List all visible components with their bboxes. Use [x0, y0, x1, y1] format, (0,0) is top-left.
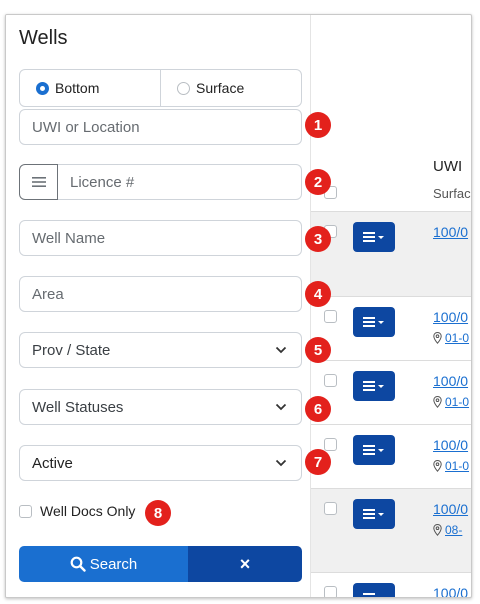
annotation-badge: 3: [305, 226, 331, 252]
map-pin-icon: [433, 396, 442, 408]
location-link[interactable]: 01-0: [433, 395, 469, 409]
map-pin-icon: [433, 524, 442, 536]
table-row[interactable]: 100/0: [311, 211, 471, 296]
radio-option-surface[interactable]: Surface: [160, 70, 301, 106]
well-name-input[interactable]: Well Name: [19, 220, 302, 256]
location-text[interactable]: 01-0: [445, 395, 469, 409]
annotation-badge: 8: [145, 500, 171, 526]
radio-label-bottom: Bottom: [55, 80, 100, 96]
table-row[interactable]: 100/0 08-: [311, 488, 471, 572]
location-text[interactable]: 01-0: [445, 331, 469, 345]
menu-caret-icon: [363, 232, 384, 242]
uwi-link[interactable]: 100/0: [433, 437, 468, 453]
table-row[interactable]: 100/0 01-0: [311, 424, 471, 488]
uwi-link[interactable]: 100/0: [433, 224, 468, 240]
annotation-badge: 4: [305, 281, 331, 307]
chevron-down-icon: [275, 346, 287, 354]
location-type-toggle: Bottom Surface: [19, 69, 302, 107]
map-pin-icon: [433, 460, 442, 472]
search-actions: Search ×: [19, 546, 302, 582]
menu-caret-icon: [363, 381, 384, 391]
licence-input[interactable]: Licence #: [58, 164, 302, 200]
row-menu-button[interactable]: [353, 307, 395, 337]
licence-placeholder: Licence #: [70, 173, 135, 191]
search-icon: [70, 556, 86, 572]
panel-title: Wells: [19, 27, 68, 49]
clear-button[interactable]: ×: [188, 546, 302, 582]
prov-state-select[interactable]: Prov / State: [19, 332, 302, 368]
row-menu-button[interactable]: [353, 435, 395, 465]
menu-caret-icon: [363, 509, 384, 519]
uwi-column-header[interactable]: UWI: [433, 158, 462, 175]
uwi-location-input[interactable]: UWI or Location: [19, 109, 302, 145]
close-icon: ×: [239, 553, 251, 574]
search-label: Search: [89, 555, 138, 573]
row-checkbox[interactable]: [324, 586, 337, 597]
area-input[interactable]: Area: [19, 276, 302, 312]
table-row[interactable]: 100/0: [311, 572, 471, 597]
radio-label-surface: Surface: [196, 80, 245, 96]
chevron-down-icon: [275, 403, 287, 411]
chevron-down-icon: [275, 459, 287, 467]
location-link[interactable]: 01-0: [433, 459, 469, 473]
row-menu-button[interactable]: [353, 222, 395, 252]
row-checkbox[interactable]: [324, 502, 337, 515]
wells-window: UWI Surface 100/0 100/0 01-0: [5, 14, 472, 598]
table-row[interactable]: 100/0 01-0: [311, 360, 471, 424]
uwi-location-placeholder: UWI or Location: [32, 118, 140, 136]
annotation-badge: 1: [305, 112, 331, 138]
active-status-select[interactable]: Active: [19, 445, 302, 481]
annotation-badge: 5: [305, 337, 331, 363]
menu-caret-icon: [363, 445, 384, 455]
radio-selected-icon[interactable]: [36, 81, 49, 95]
well-docs-only-label: Well Docs Only: [40, 503, 136, 519]
licence-input-group: Licence #: [19, 164, 302, 200]
radio-unselected-icon[interactable]: [177, 81, 190, 95]
map-pin-icon: [433, 332, 442, 344]
well-statuses-value: Well Statuses: [32, 398, 124, 416]
well-docs-only-option[interactable]: Well Docs Only: [19, 503, 135, 519]
uwi-link[interactable]: 100/0: [433, 585, 468, 597]
menu-caret-icon: [363, 317, 384, 327]
prov-state-value: Prov / State: [32, 341, 111, 359]
active-status-value: Active: [32, 454, 73, 472]
row-checkbox[interactable]: [324, 310, 337, 323]
row-menu-button[interactable]: [353, 583, 395, 597]
location-link[interactable]: 01-0: [433, 331, 469, 345]
menu-caret-icon: [363, 593, 375, 595]
uwi-link[interactable]: 100/0: [433, 373, 468, 389]
uwi-link[interactable]: 100/0: [433, 501, 468, 517]
surface-column-subheader: Surface: [433, 186, 471, 201]
location-text[interactable]: 08-: [445, 523, 462, 537]
location-link[interactable]: 08-: [433, 523, 462, 537]
panel-divider: [310, 15, 311, 597]
uwi-link[interactable]: 100/0: [433, 309, 468, 325]
annotation-badge: 2: [305, 169, 331, 195]
location-text[interactable]: 01-0: [445, 459, 469, 473]
well-name-placeholder: Well Name: [32, 229, 106, 247]
search-button[interactable]: Search: [19, 546, 188, 582]
annotation-badge: 6: [305, 396, 331, 422]
row-menu-button[interactable]: [353, 499, 395, 529]
row-menu-button[interactable]: [353, 371, 395, 401]
well-statuses-select[interactable]: Well Statuses: [19, 389, 302, 425]
annotation-badge: 7: [305, 449, 331, 475]
row-checkbox[interactable]: [324, 438, 337, 451]
well-docs-only-checkbox[interactable]: [19, 504, 32, 518]
area-placeholder: Area: [32, 285, 64, 303]
radio-option-bottom[interactable]: Bottom: [20, 70, 160, 106]
list-icon: [31, 177, 46, 187]
row-checkbox[interactable]: [324, 374, 337, 387]
table-row[interactable]: 100/0 01-0: [311, 296, 471, 360]
licence-list-button[interactable]: [19, 164, 58, 200]
